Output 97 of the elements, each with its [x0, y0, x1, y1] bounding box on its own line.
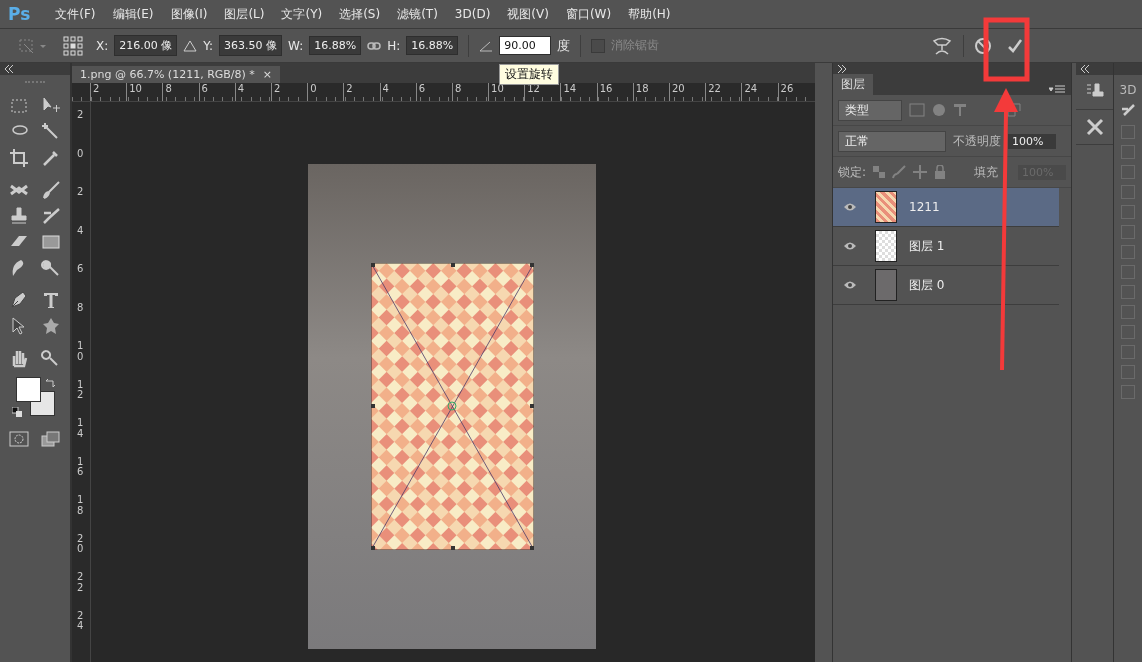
ruler-label: 4: [77, 225, 84, 238]
tooltip: 设置旋转: [499, 64, 559, 85]
highlight-frame: [983, 17, 1030, 82]
ruler-label: 22: [77, 572, 84, 595]
ruler-label: 6: [415, 83, 452, 101]
ruler-label: 2: [77, 187, 84, 199]
menu-item[interactable]: 图层(L): [224, 5, 265, 23]
ruler-label: 0: [77, 148, 84, 161]
eye-icon[interactable]: [843, 241, 857, 251]
eye-icon[interactable]: [843, 280, 857, 290]
pattern-layer-drawing[interactable]: [371, 263, 534, 550]
screen-mode-icon[interactable]: [41, 430, 61, 448]
ruler-label: 8: [162, 83, 199, 101]
swap-colors-icon[interactable]: [44, 377, 56, 389]
menu-item[interactable]: 帮助(H): [628, 5, 671, 23]
reference-point-icon[interactable]: [62, 34, 84, 57]
ruler-label: 24: [77, 610, 84, 633]
fill-label: 填充: [974, 163, 998, 181]
history-brush-icon[interactable]: [41, 206, 61, 226]
expand-icon[interactable]: [837, 65, 847, 73]
opacity-field[interactable]: 100%: [1008, 133, 1056, 149]
ruler-label: 20: [77, 533, 84, 556]
ruler-label: 2: [90, 83, 127, 101]
menu-item[interactable]: 视图(V): [507, 5, 549, 23]
filter-dropdown[interactable]: 类型: [838, 99, 902, 121]
menu-item[interactable]: 文件(F): [55, 5, 96, 23]
layer-row[interactable]: 1211: [833, 188, 1059, 227]
ruler-label: 24: [741, 83, 778, 101]
ruler-label: 26: [777, 83, 814, 101]
ruler-label: 10: [77, 341, 84, 364]
width-label: W:: [288, 38, 304, 53]
link-icon[interactable]: [367, 40, 382, 51]
ruler-label: 0: [307, 83, 344, 101]
opacity-label: 不透明度: [953, 132, 1001, 150]
ruler-label: 18: [632, 83, 669, 101]
blend-mode-dropdown[interactable]: 正常: [838, 130, 946, 152]
height-field[interactable]: 16.88%: [406, 36, 459, 55]
app-logo: Ps: [8, 4, 31, 24]
shape-icon[interactable]: [41, 316, 61, 336]
gradient-icon[interactable]: [41, 232, 61, 252]
ruler-label: 14: [77, 418, 84, 441]
collapse-icon[interactable]: [1080, 65, 1090, 73]
ruler-label: 2: [270, 83, 308, 101]
ruler-label: 6: [77, 264, 84, 276]
y-field[interactable]: 363.50 像: [219, 35, 283, 56]
lock-label: 锁定:: [838, 163, 867, 181]
ruler-label: 2: [77, 110, 84, 122]
tools-icon[interactable]: [1084, 117, 1105, 137]
ruler-label: 8: [451, 83, 489, 101]
ruler-label: 2: [343, 83, 380, 101]
default-colors-icon[interactable]: [12, 407, 22, 417]
stamp-icon[interactable]: [9, 206, 29, 226]
layer-name[interactable]: 图层 1: [909, 237, 945, 255]
layer-name[interactable]: 1211: [909, 200, 940, 214]
menu-item[interactable]: 窗口(W): [565, 5, 612, 23]
ruler-label: 12: [77, 379, 84, 402]
brush-icon[interactable]: [41, 180, 61, 200]
panel-menu-icon[interactable]: [1049, 85, 1065, 95]
delta-icon[interactable]: [183, 38, 198, 53]
dodge-icon[interactable]: [41, 258, 61, 278]
menu-item[interactable]: 滤镜(T): [397, 5, 438, 23]
x-label: X:: [96, 38, 109, 53]
ruler-label: 6: [198, 83, 235, 101]
angle-unit: 度: [557, 36, 571, 55]
menu-item[interactable]: 图像(I): [170, 5, 208, 23]
close-tab-button[interactable]: ×: [262, 68, 273, 81]
ruler-label: 4: [234, 83, 271, 101]
menu-item[interactable]: 编辑(E): [112, 5, 154, 23]
ruler-label: 16: [77, 456, 84, 479]
ruler-label: 20: [669, 83, 706, 101]
eye-icon[interactable]: [843, 202, 857, 212]
quick-mask-icon[interactable]: [9, 430, 29, 448]
height-label: H:: [387, 38, 401, 53]
ruler-label: 22: [705, 83, 742, 101]
angle-field[interactable]: 90.00: [499, 36, 552, 55]
x-field[interactable]: 216.00 像: [114, 35, 178, 56]
ruler-label: 18: [77, 495, 84, 518]
type-icon[interactable]: [41, 290, 61, 310]
menu-item[interactable]: 3D(D): [454, 7, 491, 21]
3d-tab[interactable]: 3D: [1119, 83, 1137, 97]
ruler-label: 8: [77, 302, 84, 315]
color-swatches[interactable]: [16, 377, 56, 417]
crop-icon[interactable]: [9, 148, 29, 168]
collapse-icon[interactable]: [4, 65, 14, 73]
ruler-label: 14: [560, 83, 597, 101]
menu-item[interactable]: 选择(S): [339, 5, 381, 23]
ruler-label: 4: [379, 83, 416, 101]
y-label: Y:: [203, 38, 214, 53]
menu-item[interactable]: 文字(Y): [281, 5, 323, 23]
cancel-icon[interactable]: [974, 36, 992, 55]
width-field[interactable]: 16.88%: [309, 36, 362, 55]
ruler-label: 16: [596, 83, 633, 101]
document-tab[interactable]: 1.png @ 66.7% (1211, RGB/8) * ×: [72, 66, 281, 83]
ruler-label: 10: [126, 83, 163, 101]
layers-tab[interactable]: 图层: [833, 74, 873, 95]
angle-icon: [479, 39, 494, 52]
layer-name[interactable]: 图层 0: [909, 276, 945, 294]
